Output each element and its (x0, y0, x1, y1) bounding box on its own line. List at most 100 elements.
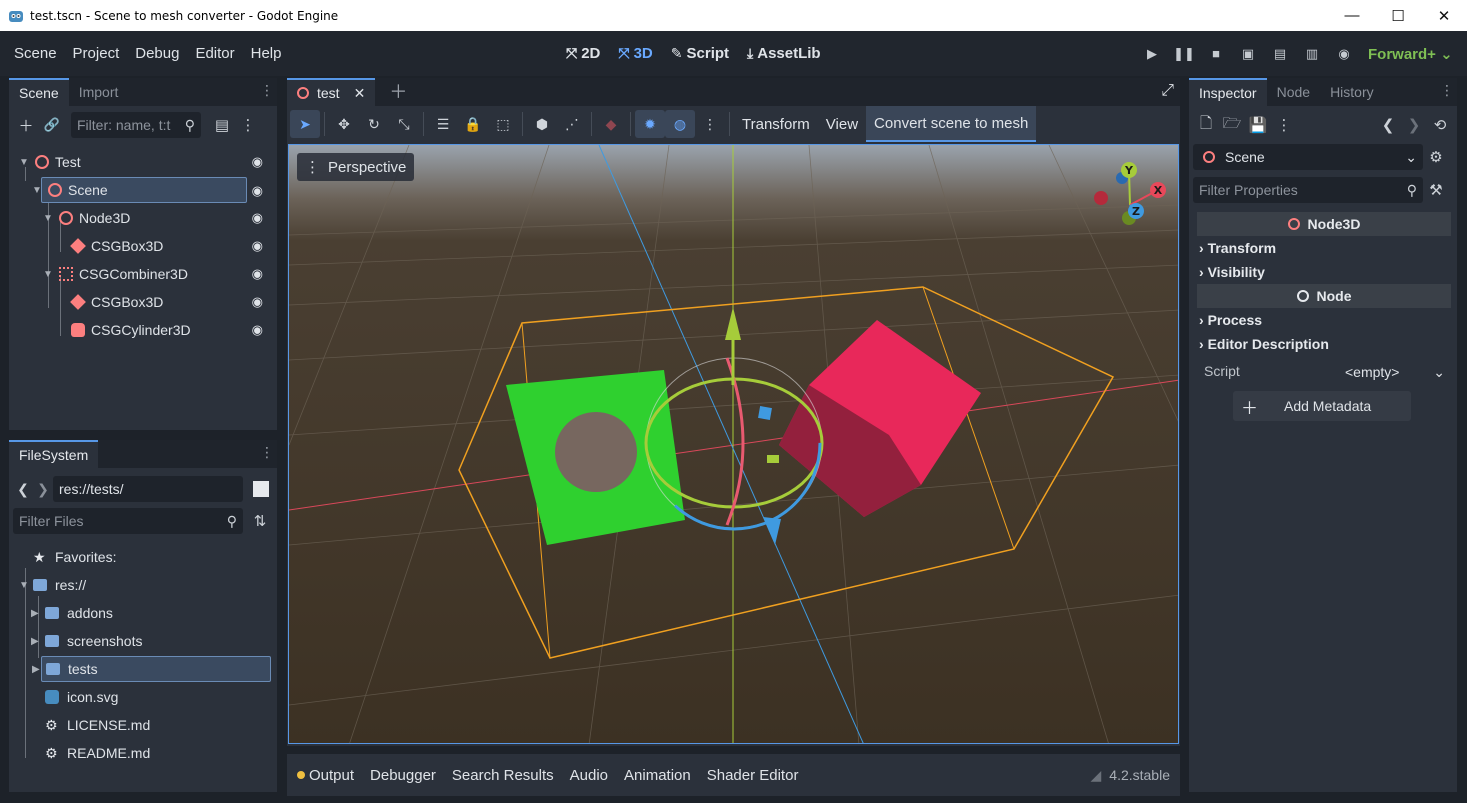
visibility-eye-icon[interactable]: ◉ (252, 210, 263, 226)
menu-editor[interactable]: Editor (187, 45, 242, 62)
local-space-icon[interactable]: ⬢ (527, 110, 557, 138)
folder-item-addons[interactable]: ▶ addons (13, 600, 273, 626)
view-menu[interactable]: View (818, 116, 866, 133)
dock-menu-icon[interactable]: ⋮ (260, 82, 274, 99)
scene-filter-input[interactable]: Filter: name, t:t ⚲ (71, 112, 201, 138)
category-transform[interactable]: › Transform (1199, 240, 1276, 256)
move-tool-icon[interactable]: ✥ (329, 110, 359, 138)
visibility-eye-icon[interactable]: ◉ (252, 322, 263, 338)
chevron-right-icon[interactable]: ▶ (32, 664, 40, 675)
select-tool-icon[interactable]: ➤ (290, 110, 320, 138)
toggle-split-icon[interactable] (253, 481, 269, 497)
rotate-tool-icon[interactable]: ↻ (359, 110, 389, 138)
visibility-eye-icon[interactable]: ◉ (252, 294, 263, 310)
list-select-icon[interactable]: ☰ (428, 110, 458, 138)
sun-preview-icon[interactable]: ✹ (635, 110, 665, 138)
3d-viewport[interactable]: Y X Z ⋮ Perspective (288, 144, 1179, 744)
transform-menu[interactable]: Transform (734, 116, 818, 133)
file-item-readme[interactable]: ⚙ README.md (13, 740, 273, 766)
visibility-eye-icon[interactable]: ◉ (252, 183, 263, 199)
tree-item-csgcombiner3d[interactable]: ▼ CSGCombiner3D ◉ (13, 261, 273, 287)
link-icon[interactable]: 🔗 (39, 112, 65, 138)
bottom-tab-audio[interactable]: Audio (562, 767, 616, 784)
minimize-button[interactable]: — (1329, 0, 1375, 31)
version-label[interactable]: ◢ 4.2.stable (1091, 767, 1171, 784)
bottom-tab-animation[interactable]: Animation (616, 767, 699, 784)
tree-item-test[interactable]: ▼ Test ◉ (13, 149, 273, 175)
bottom-tab-output[interactable]: Output (309, 767, 362, 784)
path-field[interactable]: res://tests/ (53, 476, 243, 502)
movie-maker-icon[interactable]: ◉ (1328, 39, 1360, 69)
group-icon[interactable]: ⬚ (488, 110, 518, 138)
object-select[interactable]: Scene ⌄ (1193, 144, 1423, 170)
renderer-select[interactable]: Forward+ ⌄ (1368, 45, 1453, 63)
folder-item-res[interactable]: ▼ res:// (13, 572, 273, 598)
visibility-eye-icon[interactable]: ◉ (252, 154, 263, 170)
menu-project[interactable]: Project (65, 45, 128, 62)
convert-scene-to-mesh-menu[interactable]: Convert scene to mesh (866, 106, 1037, 142)
dock-menu-icon[interactable]: ⋮ (260, 444, 274, 461)
visibility-eye-icon[interactable]: ◉ (252, 238, 263, 254)
folder-item-tests[interactable]: ▶ tests (32, 656, 271, 682)
file-item-license[interactable]: ⚙ LICENSE.md (13, 712, 273, 738)
folder-item-screenshots[interactable]: ▶ screenshots (13, 628, 273, 654)
stop-icon[interactable]: ■ (1200, 39, 1232, 69)
remote-debug-icon[interactable]: ▣ (1232, 39, 1264, 69)
chevron-down-icon[interactable]: ▼ (19, 157, 29, 168)
tab-filesystem[interactable]: FileSystem (9, 440, 99, 468)
dock-menu-icon[interactable]: ⋮ (1440, 82, 1454, 99)
property-tools-icon[interactable]: ⚒ (1423, 177, 1449, 203)
play-scene-icon[interactable]: ▤ (1264, 39, 1296, 69)
maximize-button[interactable]: ☐ (1375, 0, 1421, 31)
viewport-options-icon[interactable]: ⋮ (695, 110, 725, 138)
menu-scene[interactable]: Scene (6, 45, 65, 62)
history-back-icon[interactable]: ❮ (1375, 112, 1401, 138)
object-history-icon[interactable]: ⟲ (1427, 112, 1453, 138)
resource-options-icon[interactable]: ⋮ (1271, 112, 1297, 138)
attach-script-icon[interactable]: ▤ (209, 112, 235, 138)
category-editor-description[interactable]: › Editor Description (1199, 336, 1329, 352)
category-process[interactable]: › Process (1199, 312, 1262, 328)
lock-icon[interactable]: 🔒 (458, 110, 488, 138)
scene-options-icon[interactable]: ⋮ (235, 112, 261, 138)
script-property-value[interactable]: <empty> ⌄ (1345, 361, 1445, 383)
play-icon[interactable]: ▶ (1136, 39, 1168, 69)
file-filter-input[interactable]: Filter Files ⚲ (13, 508, 243, 534)
chevron-down-icon[interactable]: ▼ (43, 213, 53, 224)
chevron-right-icon[interactable]: ▶ (31, 636, 39, 647)
workspace-script-button[interactable]: ✎ Script (671, 45, 729, 62)
new-resource-icon[interactable]: 🗋 (1193, 112, 1219, 138)
filter-properties-input[interactable]: Filter Properties ⚲ (1193, 177, 1423, 203)
favorites-item[interactable]: ★ Favorites: (13, 544, 273, 570)
tab-node[interactable]: Node (1267, 78, 1320, 106)
distraction-free-icon[interactable]: ⤢ (1161, 82, 1174, 100)
bottom-tab-search-results[interactable]: Search Results (444, 767, 562, 784)
history-forward-icon[interactable]: ❯ (1401, 112, 1427, 138)
scale-tool-icon[interactable]: ⤡ (389, 110, 419, 138)
bottom-tab-debugger[interactable]: Debugger (362, 767, 444, 784)
tab-history[interactable]: History (1320, 78, 1384, 106)
tree-item-scene[interactable]: ▼ Scene (32, 177, 247, 203)
open-resource-icon[interactable]: 🗁 (1219, 112, 1245, 138)
category-visibility[interactable]: › Visibility (1199, 264, 1265, 280)
file-item-icon-svg[interactable]: icon.svg (13, 684, 273, 710)
environment-preview-icon[interactable]: ◍ (665, 110, 695, 138)
sort-icon[interactable]: ⇅ (247, 508, 273, 534)
pause-icon[interactable]: ❚❚ (1168, 39, 1200, 69)
tree-item-node3d[interactable]: ▼ Node3D ◉ (13, 205, 273, 231)
add-tab-icon[interactable]: ＋ (389, 78, 407, 106)
workspace-3d-button[interactable]: ⤧ 3D (618, 45, 652, 62)
tree-item-csgbox3d[interactable]: CSGBox3D ◉ (13, 233, 273, 259)
chevron-down-icon[interactable]: ▼ (32, 185, 42, 196)
bottom-tab-shader-editor[interactable]: Shader Editor (699, 767, 807, 784)
menu-help[interactable]: Help (243, 45, 290, 62)
visibility-eye-icon[interactable]: ◉ (252, 266, 263, 282)
add-metadata-button[interactable]: ＋ Add Metadata (1233, 391, 1411, 421)
close-tab-icon[interactable]: ✕ (354, 80, 366, 106)
back-icon[interactable]: ❮ (13, 481, 33, 498)
tree-item-csgcylinder3d[interactable]: CSGCylinder3D ◉ (13, 317, 273, 343)
workspace-2d-button[interactable]: ⤧ 2D (566, 45, 600, 62)
snap-icon[interactable]: ⋰ (557, 110, 587, 138)
chevron-down-icon[interactable]: ▼ (19, 580, 29, 591)
node-tools-icon[interactable]: ⚙ (1423, 144, 1449, 170)
